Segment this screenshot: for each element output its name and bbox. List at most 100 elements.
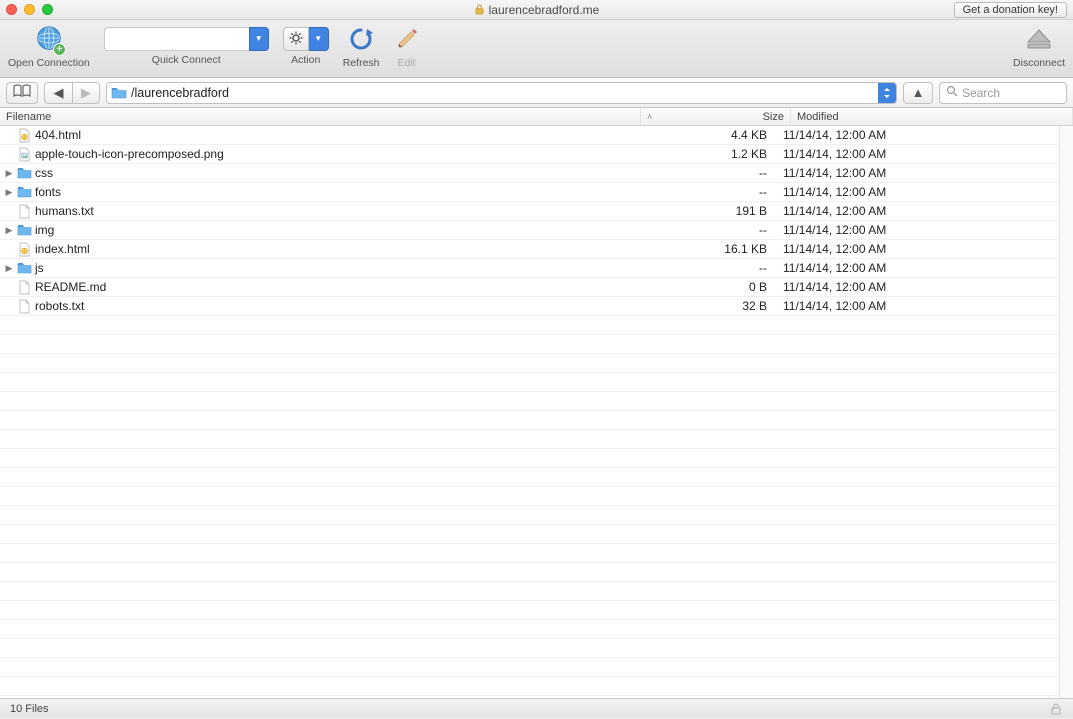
file-modified: 11/14/14, 12:00 AM — [777, 223, 1059, 237]
open-connection-label: Open Connection — [8, 57, 90, 69]
table-row[interactable]: ▶README.md0 B11/14/14, 12:00 AM — [0, 278, 1059, 297]
table-row — [0, 525, 1059, 544]
table-row[interactable]: ▶ css --11/14/14, 12:00 AM — [0, 164, 1059, 183]
table-row[interactable]: ▶404.html4.4 KB11/14/14, 12:00 AM — [0, 126, 1059, 145]
file-listing: ▶404.html4.4 KB11/14/14, 12:00 AM▶apple-… — [0, 126, 1059, 698]
file-icon — [17, 242, 32, 257]
minimize-window-button[interactable] — [24, 4, 35, 15]
file-name: js — [35, 261, 44, 275]
donation-button[interactable]: Get a donation key! — [954, 2, 1067, 18]
folder-icon — [111, 86, 127, 99]
toolbar: + Open Connection ▼ Quick Connect ▼ Acti… — [0, 20, 1073, 78]
file-modified: 11/14/14, 12:00 AM — [777, 147, 1059, 161]
action-button[interactable] — [283, 27, 309, 51]
quick-connect-dropdown[interactable]: ▼ — [249, 27, 269, 51]
zoom-window-button[interactable] — [42, 4, 53, 15]
open-connection-button[interactable]: + — [34, 24, 64, 54]
path-text: /laurencebradford — [131, 86, 892, 100]
file-count: 10 Files — [10, 703, 49, 715]
pathbar: ◀ ▶ /laurencebradford ▲ — [0, 78, 1073, 108]
file-size: 16.1 KB — [627, 242, 777, 256]
column-modified[interactable]: Modified — [791, 108, 1073, 125]
disclosure-triangle-icon[interactable]: ▶ — [4, 187, 14, 198]
lock-icon — [1049, 702, 1063, 716]
table-row — [0, 506, 1059, 525]
table-row — [0, 639, 1059, 658]
table-row — [0, 582, 1059, 601]
table-row — [0, 658, 1059, 677]
refresh-icon — [348, 26, 374, 52]
file-name: fonts — [35, 185, 61, 199]
file-icon — [17, 204, 32, 219]
file-size: -- — [627, 223, 777, 237]
file-name: img — [35, 223, 54, 237]
table-row[interactable]: ▶humans.txt191 B11/14/14, 12:00 AM — [0, 202, 1059, 221]
triangle-left-icon: ◀ — [54, 85, 64, 101]
search-icon — [946, 85, 958, 100]
disclosure-triangle-icon[interactable]: ▶ — [4, 225, 14, 236]
table-row — [0, 430, 1059, 449]
file-icon — [17, 280, 32, 295]
action-dropdown[interactable]: ▼ — [309, 27, 329, 51]
column-header: Filename ˄ Size Modified — [0, 108, 1073, 126]
table-row[interactable]: ▶robots.txt32 B11/14/14, 12:00 AM — [0, 297, 1059, 316]
window-title: laurencebradford.me — [489, 3, 600, 17]
table-row — [0, 449, 1059, 468]
refresh-label: Refresh — [343, 57, 380, 69]
disclosure-triangle-icon[interactable]: ▶ — [4, 168, 14, 179]
table-row — [0, 468, 1059, 487]
window-controls — [6, 4, 53, 15]
file-modified: 11/14/14, 12:00 AM — [777, 242, 1059, 256]
nav-forward-button[interactable]: ▶ — [72, 82, 100, 104]
disconnect-button[interactable] — [1024, 24, 1054, 54]
file-modified: 11/14/14, 12:00 AM — [777, 166, 1059, 180]
folder-icon — [17, 223, 32, 238]
scrollbar-vertical[interactable] — [1059, 126, 1073, 698]
close-window-button[interactable] — [6, 4, 17, 15]
folder-icon — [17, 166, 32, 181]
chevron-down-icon: ▼ — [314, 35, 322, 43]
gear-icon — [289, 31, 303, 48]
file-size: -- — [627, 185, 777, 199]
path-dropdown[interactable] — [878, 83, 896, 103]
table-row — [0, 373, 1059, 392]
file-size: 32 B — [627, 299, 777, 313]
file-size: -- — [627, 166, 777, 180]
table-row — [0, 544, 1059, 563]
table-row[interactable]: ▶apple-touch-icon-precomposed.png1.2 KB1… — [0, 145, 1059, 164]
search-field[interactable] — [939, 82, 1067, 104]
book-icon — [13, 84, 31, 101]
folder-icon — [17, 261, 32, 276]
go-up-button[interactable]: ▲ — [903, 82, 933, 104]
bookmarks-button[interactable] — [6, 82, 38, 104]
table-row[interactable]: ▶index.html16.1 KB11/14/14, 12:00 AM — [0, 240, 1059, 259]
file-size: -- — [627, 261, 777, 275]
file-name: index.html — [35, 242, 90, 256]
statusbar: 10 Files — [0, 698, 1073, 718]
table-row[interactable]: ▶ fonts --11/14/14, 12:00 AM — [0, 183, 1059, 202]
file-icon — [17, 128, 32, 143]
edit-button — [394, 24, 420, 54]
table-row[interactable]: ▶js--11/14/14, 12:00 AM — [0, 259, 1059, 278]
table-row[interactable]: ▶ img --11/14/14, 12:00 AM — [0, 221, 1059, 240]
triangle-right-icon: ▶ — [81, 85, 91, 101]
nav-back-button[interactable]: ◀ — [44, 82, 72, 104]
quick-connect-input[interactable] — [104, 27, 249, 51]
search-input[interactable] — [962, 86, 1060, 100]
action-label: Action — [291, 54, 320, 66]
file-modified: 11/14/14, 12:00 AM — [777, 185, 1059, 199]
table-row — [0, 335, 1059, 354]
file-name: robots.txt — [35, 299, 84, 313]
disclosure-triangle-icon[interactable]: ▶ — [4, 263, 14, 274]
file-name: css — [35, 166, 53, 180]
folder-icon — [17, 185, 32, 200]
file-name: 404.html — [35, 128, 81, 142]
file-icon — [17, 299, 32, 314]
column-filename[interactable]: Filename — [0, 108, 641, 125]
pencil-icon — [394, 26, 420, 52]
file-name: humans.txt — [35, 204, 94, 218]
refresh-button[interactable] — [348, 24, 374, 54]
column-size[interactable]: ˄ Size — [641, 108, 791, 125]
lock-icon — [474, 3, 485, 16]
path-field[interactable]: /laurencebradford — [106, 82, 897, 104]
